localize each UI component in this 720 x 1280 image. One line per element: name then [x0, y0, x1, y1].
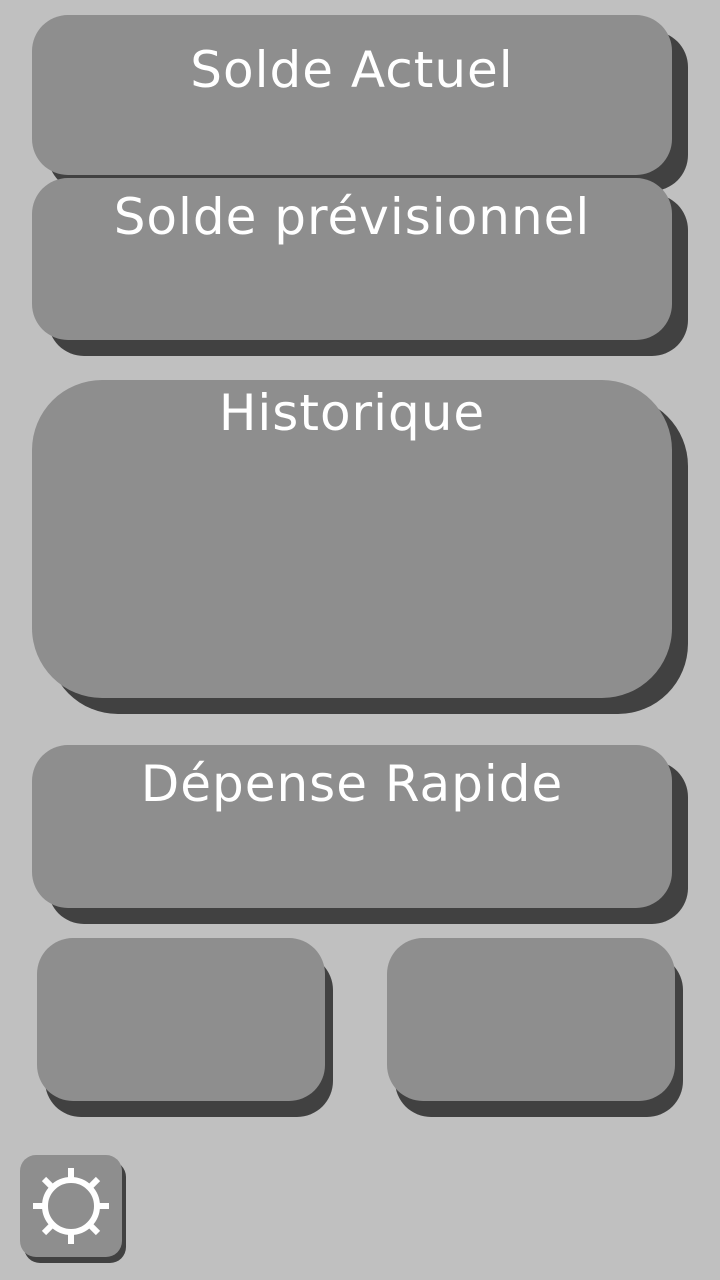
current-balance-card[interactable]: Solde Actuel: [32, 15, 672, 175]
current-balance-title: Solde Actuel: [190, 41, 514, 99]
quick-expense-title: Dépense Rapide: [140, 755, 564, 813]
gear-icon: [29, 1164, 113, 1248]
quick-expense-card[interactable]: Dépense Rapide: [32, 745, 672, 908]
forecast-balance-card[interactable]: Solde prévisionnel: [32, 178, 672, 340]
app-screen: Solde Actuel Solde prévisionnel Historiq…: [0, 0, 720, 1280]
right-action-button[interactable]: [387, 938, 675, 1101]
settings-button[interactable]: [20, 1155, 122, 1257]
forecast-balance-title: Solde prévisionnel: [113, 188, 591, 246]
history-card[interactable]: Historique: [32, 380, 672, 698]
history-title: Historique: [218, 384, 486, 442]
left-action-button[interactable]: [37, 938, 325, 1101]
